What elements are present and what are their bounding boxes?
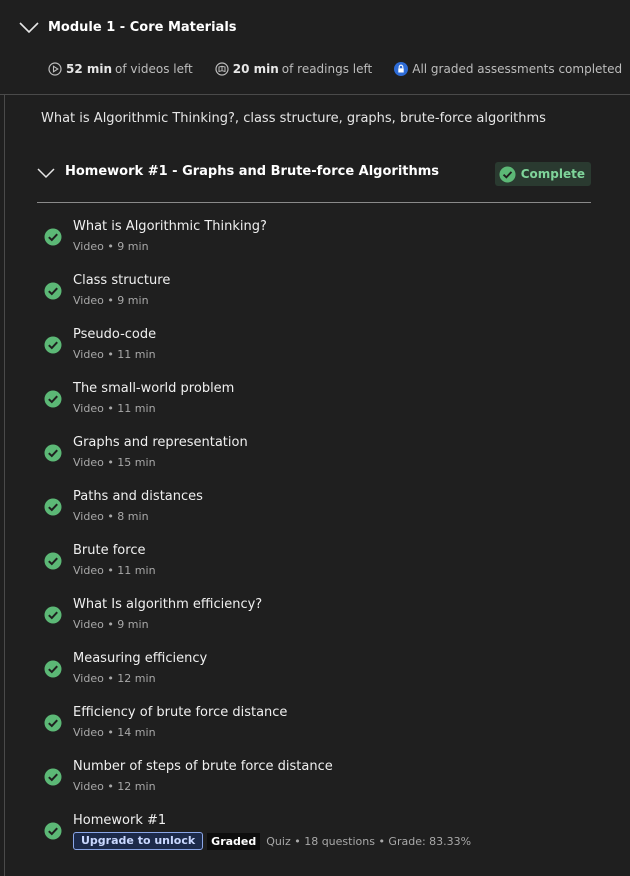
list-item[interactable]: Graphs and representation Video • 15 min — [44, 434, 604, 488]
lesson-list: What is Algorithmic Thinking? Video • 9 … — [44, 218, 604, 866]
assessments-label: All graded assessments completed — [412, 62, 623, 76]
check-circle-icon — [44, 336, 62, 354]
item-meta: Video • 11 min — [73, 402, 156, 415]
list-item[interactable]: Number of steps of brute force distance … — [44, 758, 604, 812]
readings-left-label: of readings left — [281, 62, 373, 76]
item-title[interactable]: Pseudo-code — [73, 327, 156, 342]
content-border — [4, 95, 5, 876]
item-meta: Video • 9 min — [73, 294, 149, 307]
videos-left-stat: 52 min of videos left — [48, 62, 193, 76]
item-title[interactable]: Brute force — [73, 543, 145, 558]
videos-left-label: of videos left — [115, 62, 193, 76]
quiz-item[interactable]: Homework #1 Upgrade to unlock Graded Qui… — [44, 812, 604, 866]
item-meta: Video • 12 min — [73, 672, 156, 685]
upgrade-to-unlock-button[interactable]: Upgrade to unlock — [73, 832, 204, 850]
complete-label: Complete — [520, 167, 585, 181]
list-item[interactable]: The small-world problem Video • 11 min — [44, 380, 604, 434]
graded-tag: Graded — [207, 832, 261, 850]
play-circle-icon — [48, 62, 62, 76]
item-title[interactable]: Paths and distances — [73, 489, 203, 504]
list-item[interactable]: What Is algorithm efficiency? Video • 9 … — [44, 596, 604, 650]
check-circle-icon — [44, 606, 62, 624]
list-item[interactable]: Class structure Video • 9 min — [44, 272, 604, 326]
item-meta: Video • 11 min — [73, 348, 156, 361]
check-circle-icon — [44, 552, 62, 570]
item-meta: Video • 9 min — [73, 240, 149, 253]
readings-left-value: 20 min — [232, 62, 279, 76]
check-circle-icon — [44, 390, 62, 408]
complete-badge: Complete — [494, 162, 591, 186]
list-item[interactable]: Efficiency of brute force distance Video… — [44, 704, 604, 758]
check-circle-icon — [44, 444, 62, 462]
item-meta: Video • 12 min — [73, 780, 156, 793]
item-title[interactable]: Homework #1 — [73, 813, 166, 828]
quiz-meta-row: Upgrade to unlock Graded Quiz • 18 quest… — [73, 832, 471, 850]
item-meta: Video • 8 min — [73, 510, 149, 523]
module-stats: 52 min of videos left 20 min of readings… — [48, 62, 622, 76]
list-item[interactable]: What is Algorithmic Thinking? Video • 9 … — [44, 218, 604, 272]
list-item[interactable]: Paths and distances Video • 8 min — [44, 488, 604, 542]
item-title[interactable]: Number of steps of brute force distance — [73, 759, 333, 774]
check-circle-icon — [44, 822, 62, 840]
item-meta: Video • 9 min — [73, 618, 149, 631]
assessments-stat: All graded assessments completed — [394, 62, 622, 76]
check-circle-icon — [44, 714, 62, 732]
videos-left-value: 52 min — [66, 62, 113, 76]
module-header[interactable]: Module 1 - Core Materials 52 min of vide… — [0, 0, 630, 95]
check-circle-icon — [44, 228, 62, 246]
list-item[interactable]: Measuring efficiency Video • 12 min — [44, 650, 604, 704]
item-title[interactable]: What Is algorithm efficiency? — [73, 597, 262, 612]
homework-title[interactable]: Homework #1 - Graphs and Brute-force Alg… — [65, 164, 439, 179]
item-title[interactable]: What is Algorithmic Thinking? — [73, 219, 267, 234]
check-circle-icon — [499, 165, 516, 183]
homework-header[interactable]: Homework #1 - Graphs and Brute-force Alg… — [37, 160, 591, 203]
item-meta: Video • 11 min — [73, 564, 156, 577]
list-item[interactable]: Pseudo-code Video • 11 min — [44, 326, 604, 380]
item-title[interactable]: Efficiency of brute force distance — [73, 705, 287, 720]
item-title[interactable]: Measuring efficiency — [73, 651, 207, 666]
check-circle-icon — [44, 282, 62, 300]
readings-left-stat: 20 min of readings left — [215, 62, 373, 76]
item-meta: Quiz • 18 questions • Grade: 83.33% — [266, 834, 472, 848]
check-circle-icon — [44, 768, 62, 786]
book-circle-icon — [215, 62, 229, 76]
item-title[interactable]: Graphs and representation — [73, 435, 248, 450]
list-item[interactable]: Brute force Video • 11 min — [44, 542, 604, 596]
check-circle-icon — [44, 660, 62, 678]
module-title[interactable]: Module 1 - Core Materials — [48, 20, 237, 35]
chevron-down-icon[interactable] — [19, 21, 39, 35]
item-title[interactable]: Class structure — [73, 273, 170, 288]
item-meta: Video • 15 min — [73, 456, 156, 469]
item-title[interactable]: The small-world problem — [73, 381, 234, 396]
lock-icon — [394, 62, 409, 76]
chevron-down-icon[interactable] — [37, 167, 55, 179]
item-meta: Video • 14 min — [73, 726, 156, 739]
module-description: What is Algorithmic Thinking?, class str… — [41, 111, 546, 126]
check-circle-icon — [44, 498, 62, 516]
